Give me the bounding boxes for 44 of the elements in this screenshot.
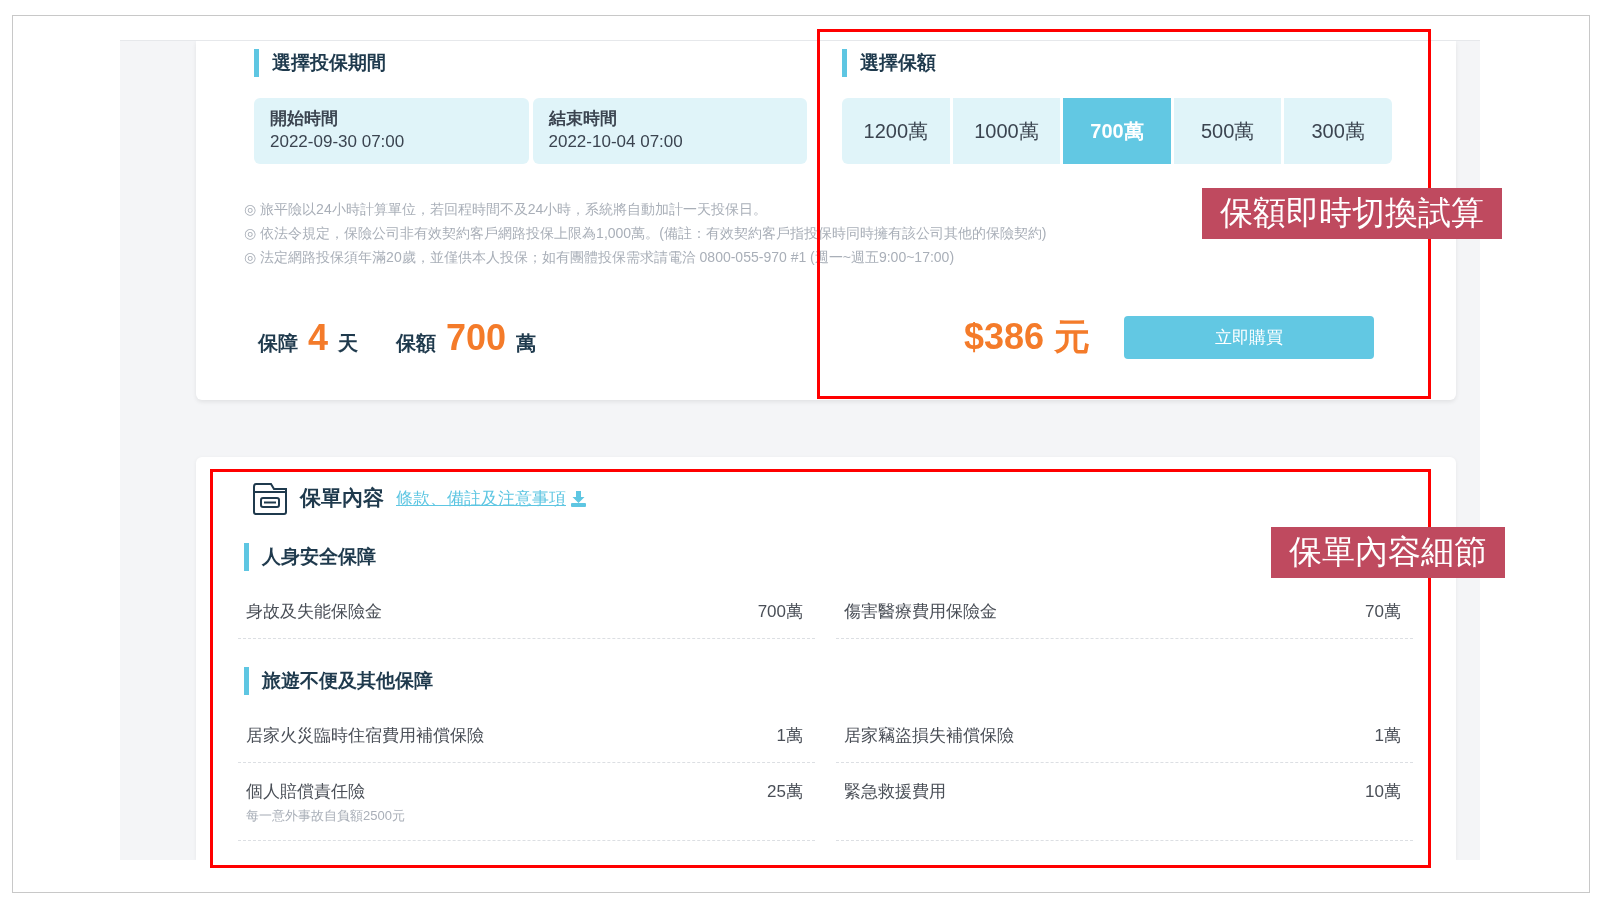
field-value: 2022-09-30 07:00 [270,132,406,152]
document-folder-icon [252,481,288,516]
coverage-amount: 700萬 [757,601,803,624]
annotation-label: 保額即時切換試算 [1202,188,1502,239]
summary-label: 保障 [258,330,298,356]
note-text: ◎ 依法令規定，保險公司非有效契約客戶網路投保上限為1,000萬。(備註：有效契約客戶指投保時同時擁有該公司其他的保險契約) [244,224,1047,243]
section-title: 人身安全保障 [262,545,376,570]
amount-option[interactable]: 1000萬 [952,98,1061,164]
section-title: 旅遊不便及其他保障 [262,669,433,694]
field-value: 2022-10-04 07:00 [548,132,684,152]
coverage-amount: 1萬 [1374,725,1401,748]
date-field[interactable]: 開始時間 2022-09-30 07:00 [254,98,529,164]
amount-option[interactable]: 300萬 [1284,98,1392,164]
coverage-amount: 70萬 [1365,601,1401,624]
card-title: 保單內容 [300,485,384,512]
unit-label: 天 [338,330,359,356]
amount-option[interactable]: 1200萬 [842,98,950,164]
section-title: 選擇保額 [860,51,936,75]
download-icon [570,489,587,507]
coverage-name: 居家竊盜損失補償保險 [844,725,1015,748]
amount-option[interactable]: 500萬 [1173,98,1282,164]
accent-bar [254,49,259,77]
coverage-name: 緊急救援費用 [844,781,947,804]
coverage-amount: 1萬 [776,725,803,748]
accent-bar [244,543,249,572]
note-text: ◎ 旅平險以24小時計算單位，若回程時間不及24小時，系統將自動加計一天投保日。 [244,200,768,219]
coverage-name: 傷害醫療費用保險金 [844,601,998,624]
field-label: 開始時間 [270,108,339,130]
field-label: 結束時間 [548,108,618,130]
amount-value: 700 [446,316,507,359]
coverage-amount: 10萬 [1365,781,1401,804]
coverage-name: 身故及失能保險金 [246,601,383,624]
coverage-amount: 25萬 [767,781,803,804]
date-field[interactable]: 結束時間 2022-10-04 07:00 [532,98,807,164]
accent-bar [842,49,847,77]
section-title: 選擇投保期間 [272,51,386,75]
summary-label: 保額 [396,330,437,356]
coverage-name: 個人賠償責任險 [246,781,366,804]
unit-label: 萬 [516,330,537,356]
annotation-label: 保單內容細節 [1271,527,1505,578]
coverage-name: 居家火災臨時住宿費用補償保險 [246,725,485,748]
accent-bar [244,667,249,696]
price-text: $386 元 [963,315,1090,359]
days-value: 4 [308,316,329,359]
